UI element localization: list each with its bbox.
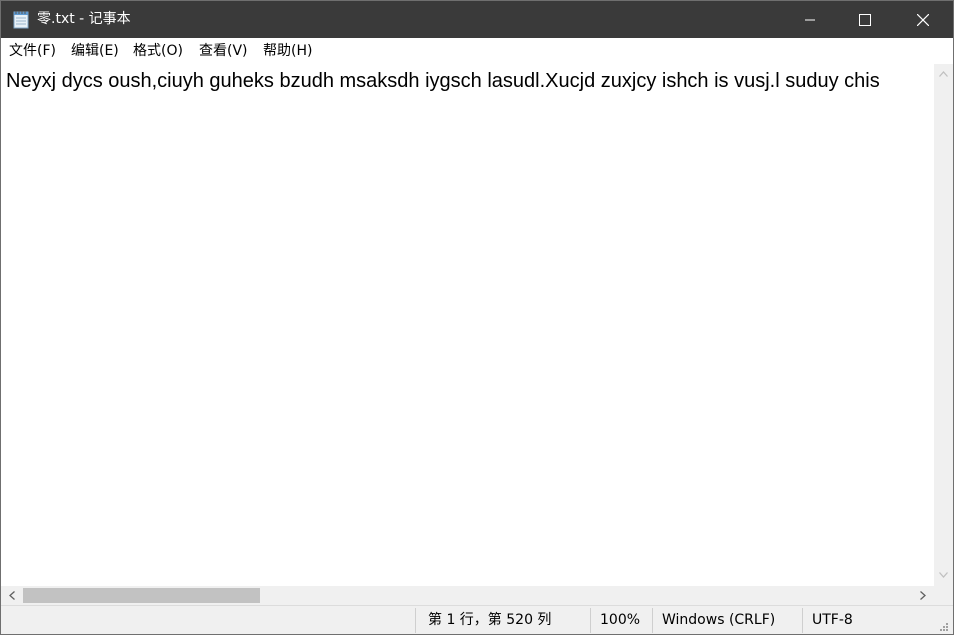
line-ending: Windows (CRLF) bbox=[662, 612, 776, 628]
vertical-scrollbar[interactable] bbox=[934, 64, 953, 586]
scroll-left-button[interactable] bbox=[3, 587, 20, 604]
notepad-window: 零.txt - 记事本 文件(F) 编辑(E) 格式(O) 查看(V) 帮助(H… bbox=[0, 0, 954, 635]
close-icon bbox=[917, 13, 929, 26]
title-bar[interactable]: 零.txt - 记事本 bbox=[1, 1, 953, 38]
zoom-level: 100% bbox=[600, 612, 641, 628]
maximize-icon bbox=[859, 13, 871, 26]
horizontal-scrollbar[interactable] bbox=[1, 586, 934, 605]
status-divider bbox=[802, 608, 803, 633]
chevron-up-icon bbox=[939, 70, 948, 77]
window-title: 零.txt - 记事本 bbox=[37, 11, 131, 27]
chevron-right-icon bbox=[919, 591, 926, 600]
minimize-button[interactable] bbox=[787, 1, 833, 38]
chevron-left-icon bbox=[8, 591, 15, 600]
menu-edit[interactable]: 编辑(E) bbox=[71, 42, 119, 60]
status-bar: 第 1 行，第 520 列 100% Windows (CRLF) UTF-8 bbox=[1, 605, 953, 634]
cursor-position: 第 1 行，第 520 列 bbox=[428, 612, 552, 628]
status-divider bbox=[415, 608, 416, 633]
close-button[interactable] bbox=[900, 1, 946, 38]
scroll-right-button[interactable] bbox=[914, 587, 931, 604]
horizontal-scroll-thumb[interactable] bbox=[23, 588, 260, 603]
chevron-down-icon bbox=[939, 571, 948, 578]
scroll-down-button[interactable] bbox=[935, 566, 952, 583]
status-divider bbox=[590, 608, 591, 633]
scrollbar-corner bbox=[934, 586, 953, 605]
menu-help[interactable]: 帮助(H) bbox=[263, 42, 312, 60]
maximize-button[interactable] bbox=[842, 1, 888, 38]
menu-format[interactable]: 格式(O) bbox=[133, 42, 183, 60]
editor-content[interactable]: Neyxj dycs oush,ciuyh guheks bzudh msaks… bbox=[6, 68, 880, 94]
resize-grip-icon[interactable] bbox=[935, 620, 949, 632]
notepad-icon bbox=[12, 10, 30, 29]
menu-file[interactable]: 文件(F) bbox=[9, 42, 56, 60]
minimize-icon bbox=[805, 19, 815, 20]
scroll-up-button[interactable] bbox=[935, 65, 952, 82]
menu-bar: 文件(F) 编辑(E) 格式(O) 查看(V) 帮助(H) bbox=[1, 38, 953, 64]
status-divider bbox=[652, 608, 653, 633]
menu-view[interactable]: 查看(V) bbox=[199, 42, 248, 60]
encoding: UTF-8 bbox=[812, 612, 853, 628]
text-editor[interactable]: Neyxj dycs oush,ciuyh guheks bzudh msaks… bbox=[1, 64, 934, 586]
